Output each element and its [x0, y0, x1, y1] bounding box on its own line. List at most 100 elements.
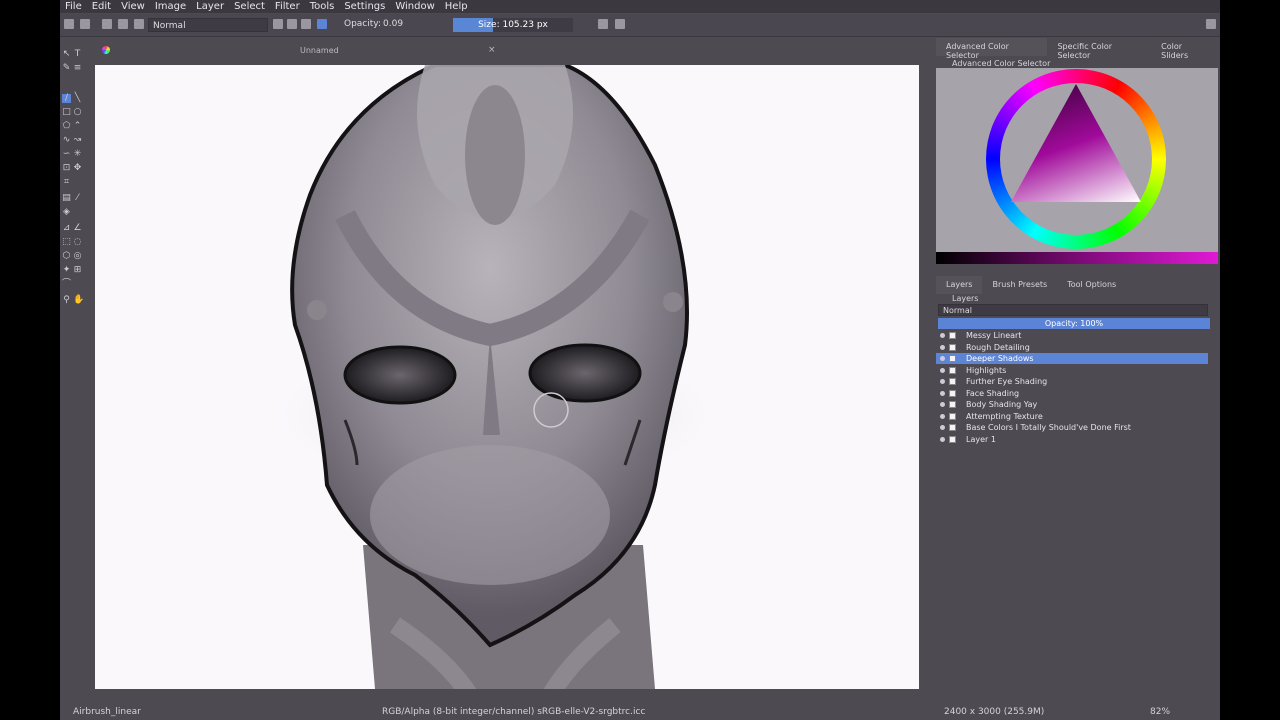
- freehand-brush-icon[interactable]: /: [62, 94, 71, 103]
- crop-tool-icon[interactable]: ⌗: [62, 178, 71, 187]
- reset-icon[interactable]: [301, 19, 311, 29]
- layer-thumbnail: [949, 343, 956, 351]
- assistant-tool-icon[interactable]: ⊿: [62, 224, 71, 233]
- mirror-vertical-icon[interactable]: [615, 19, 625, 29]
- outline-select-icon[interactable]: ◎: [73, 252, 82, 261]
- layer-row[interactable]: Deeper Shadows: [936, 353, 1208, 364]
- fill-tool-icon[interactable]: ◈: [62, 208, 71, 217]
- toolbar-menu-icon[interactable]: [1206, 19, 1216, 29]
- layer-row[interactable]: Attempting Texture: [936, 411, 1208, 422]
- tab-specific-color-selector[interactable]: Specific Color Selector: [1047, 38, 1151, 60]
- select-shapes-icon[interactable]: ↖: [62, 50, 71, 59]
- tab-brush-presets[interactable]: Brush Presets: [982, 276, 1057, 294]
- document-title[interactable]: Unnamed: [300, 46, 339, 55]
- alien-face-painting: [265, 65, 725, 689]
- visibility-eye-icon[interactable]: [940, 333, 945, 338]
- layer-thumbnail: [949, 378, 956, 385]
- visibility-eye-icon[interactable]: [940, 356, 945, 361]
- mirror-horizontal-icon[interactable]: [598, 19, 608, 29]
- menu-view[interactable]: View: [116, 1, 150, 12]
- layer-row[interactable]: Rough Detailing: [936, 342, 1208, 353]
- tab-tool-options[interactable]: Tool Options: [1057, 276, 1126, 294]
- color-picker-icon[interactable]: ⁄: [73, 194, 82, 203]
- visibility-eye-icon[interactable]: [940, 379, 945, 384]
- ellipse-tool-icon[interactable]: ○: [73, 108, 82, 117]
- brush-preset-icon[interactable]: [102, 19, 112, 29]
- ellipse-select-icon[interactable]: ◌: [73, 238, 82, 247]
- eraser-icon[interactable]: [273, 19, 283, 29]
- visibility-eye-icon[interactable]: [940, 425, 945, 430]
- layer-name: Attempting Texture: [966, 411, 1043, 421]
- polyline-tool-icon[interactable]: ⌃: [73, 122, 82, 131]
- color-selector-area[interactable]: [936, 68, 1218, 264]
- menu-edit[interactable]: Edit: [87, 1, 116, 12]
- layer-name: Deeper Shadows: [966, 354, 1034, 363]
- gradient-tool-icon[interactable]: ▤: [62, 194, 71, 203]
- edit-shapes-icon[interactable]: ✎: [62, 64, 71, 73]
- contiguous-select-icon[interactable]: ✦: [62, 266, 71, 275]
- menu-filter[interactable]: Filter: [270, 1, 305, 12]
- rect-select-icon[interactable]: ⬚: [62, 238, 71, 247]
- menu-image[interactable]: Image: [150, 1, 191, 12]
- menu-select[interactable]: Select: [229, 1, 270, 12]
- similar-select-icon[interactable]: ⊞: [73, 266, 82, 275]
- transform-tool-icon[interactable]: ⊡: [62, 164, 71, 173]
- rectangle-tool-icon[interactable]: □: [62, 108, 71, 117]
- line-tool-icon[interactable]: ╲: [73, 94, 82, 103]
- menu-file[interactable]: File: [60, 1, 87, 12]
- preserve-alpha-icon[interactable]: [287, 19, 297, 29]
- layer-row[interactable]: Body Shading Yay: [936, 399, 1208, 410]
- dynamic-brush-icon[interactable]: ∽: [62, 150, 71, 159]
- layer-row[interactable]: Messy Lineart: [936, 330, 1208, 341]
- close-document-icon[interactable]: ×: [488, 45, 496, 55]
- tab-layers[interactable]: Layers: [936, 276, 983, 294]
- menu-settings[interactable]: Settings: [339, 1, 390, 12]
- blend-mode-select[interactable]: Normal: [148, 18, 268, 32]
- document-tab-bar: Unnamed ×: [90, 40, 970, 60]
- canvas[interactable]: [95, 65, 919, 689]
- color-swatch-icon[interactable]: [317, 19, 327, 29]
- layer-row[interactable]: Further Eye Shading: [936, 376, 1208, 387]
- freehand-path-icon[interactable]: ↝: [73, 136, 82, 145]
- text-tool-icon[interactable]: T: [73, 50, 82, 59]
- tab-advanced-color-selector[interactable]: Advanced Color Selector: [936, 38, 1048, 60]
- polygon-select-icon[interactable]: ⬡: [62, 252, 71, 261]
- opacity-label: Opacity:: [344, 19, 381, 29]
- pan-tool-icon[interactable]: ✋: [73, 296, 84, 305]
- opacity-value[interactable]: 0.09: [383, 18, 403, 31]
- menu-window[interactable]: Window: [390, 1, 439, 12]
- pattern-icon[interactable]: [134, 19, 144, 29]
- zoom-level[interactable]: 82%: [1150, 707, 1170, 717]
- menu-layer[interactable]: Layer: [191, 1, 229, 12]
- visibility-eye-icon[interactable]: [940, 402, 945, 407]
- bezier-tool-icon[interactable]: ∿: [62, 136, 71, 145]
- layer-row[interactable]: Layer 1: [936, 434, 1208, 445]
- visibility-eye-icon[interactable]: [940, 344, 945, 350]
- color-space-info: RGB/Alpha (8-bit integer/channel) sRGB-e…: [382, 707, 646, 717]
- layer-thumbnail: [949, 366, 956, 374]
- polygon-tool-icon[interactable]: ⬠: [62, 122, 71, 131]
- color-history-strip[interactable]: [936, 252, 1218, 264]
- menu-help[interactable]: Help: [440, 1, 473, 12]
- measure-tool-icon[interactable]: ∠: [73, 224, 82, 233]
- menu-tools[interactable]: Tools: [305, 1, 340, 12]
- layer-row[interactable]: Highlights: [936, 365, 1208, 376]
- visibility-eye-icon[interactable]: [940, 367, 945, 373]
- visibility-eye-icon[interactable]: [940, 413, 945, 419]
- visibility-eye-icon[interactable]: [940, 436, 945, 442]
- tab-color-sliders[interactable]: Color Sliders: [1151, 38, 1218, 60]
- move-tool-icon[interactable]: ✥: [73, 164, 82, 173]
- layer-row[interactable]: Face Shading: [936, 388, 1208, 399]
- layer-row[interactable]: Base Colors I Totally Should've Done Fir…: [936, 422, 1208, 433]
- calligraphy-icon[interactable]: ≡: [73, 64, 82, 73]
- size-slider[interactable]: Size: 105.23 px: [453, 18, 573, 32]
- visibility-eye-icon[interactable]: [940, 390, 945, 396]
- open-document-icon[interactable]: [80, 19, 90, 29]
- multibrush-icon[interactable]: ✳: [73, 150, 82, 159]
- bezier-select-icon[interactable]: ⌒: [62, 280, 71, 289]
- gradient-icon[interactable]: [118, 19, 128, 29]
- new-document-icon[interactable]: [64, 19, 74, 29]
- layer-opacity-slider[interactable]: Opacity: 100%: [938, 318, 1210, 329]
- layer-blend-mode-select[interactable]: Normal: [938, 304, 1208, 316]
- zoom-tool-icon[interactable]: ⚲: [62, 296, 71, 305]
